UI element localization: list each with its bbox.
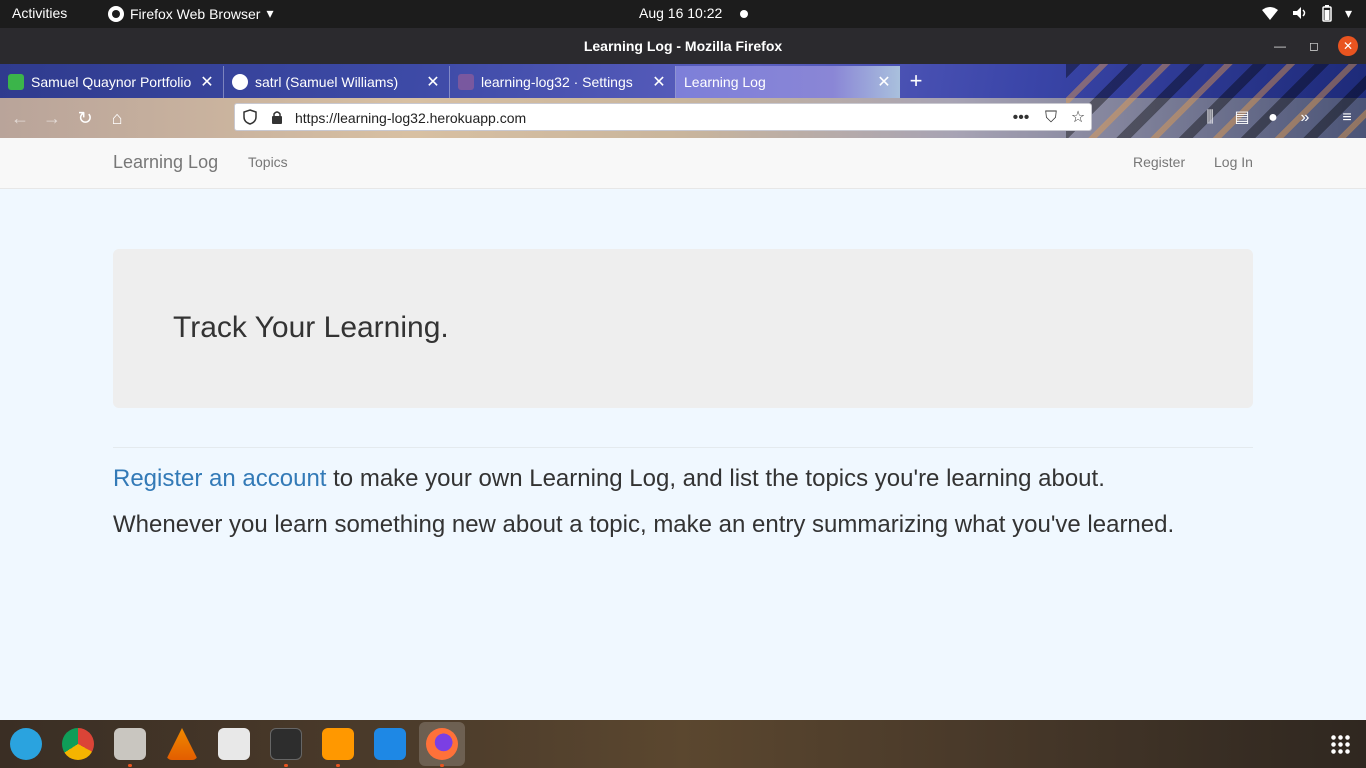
tab-heroku[interactable]: learning-log32 · Settings ✕ <box>450 66 676 98</box>
tab-github[interactable]: satrl (Samuel Williams) ✕ <box>224 66 450 98</box>
tab-label: satrl (Samuel Williams) <box>255 74 399 90</box>
tab-learning-log[interactable]: Learning Log ✕ <box>676 66 900 98</box>
close-window-button[interactable]: ✕ <box>1338 36 1358 56</box>
close-tab-icon[interactable]: ✕ <box>197 72 217 92</box>
maximize-button[interactable]: ◻ <box>1305 37 1323 55</box>
shield-icon[interactable] <box>243 109 257 125</box>
pocket-icon[interactable]: ⛉ <box>1041 108 1061 128</box>
activities-button[interactable]: Activities <box>12 5 67 21</box>
page-actions-icon[interactable]: ••• <box>1011 108 1031 128</box>
running-indicator <box>336 764 340 767</box>
telegram-icon[interactable] <box>10 728 42 760</box>
jumbotron-heading: Track Your Learning. <box>173 311 449 344</box>
nav-register-link[interactable]: Register <box>1133 154 1185 170</box>
app-menu[interactable]: Firefox Web Browser ▾ <box>108 5 273 22</box>
nav-login-link[interactable]: Log In <box>1214 154 1253 170</box>
vscode-icon[interactable] <box>374 728 406 760</box>
running-indicator <box>128 764 132 767</box>
reader-view-icon[interactable]: ▤ <box>1231 107 1253 129</box>
system-tray[interactable]: ▾ <box>1261 4 1352 22</box>
webflow-favicon-icon <box>8 74 24 90</box>
github-favicon-icon <box>232 74 248 90</box>
browser-chrome: Samuel Quaynor Portfolio ✕ satrl (Samuel… <box>0 64 1366 138</box>
url-text[interactable]: https://learning-log32.herokuapp.com <box>295 110 526 126</box>
tab-label: learning-log32 · Settings <box>481 74 633 90</box>
intro-text: to make your own Learning Log, and list … <box>326 465 1105 492</box>
hamburger-menu-icon[interactable]: ≡ <box>1336 107 1358 129</box>
url-bar[interactable]: https://learning-log32.herokuapp.com •••… <box>234 103 1092 131</box>
back-button[interactable]: ← <box>8 106 32 130</box>
lock-icon[interactable] <box>271 110 283 124</box>
nav-topics-link[interactable]: Topics <box>248 154 288 170</box>
account-icon[interactable]: ● <box>1262 107 1284 129</box>
firefox-icon[interactable] <box>426 728 458 760</box>
register-account-link[interactable]: Register an account <box>113 465 326 492</box>
text-editor-icon[interactable] <box>218 728 250 760</box>
minimize-button[interactable]: — <box>1271 37 1289 55</box>
notification-dot <box>740 10 748 18</box>
tab-label: Samuel Quaynor Portfolio <box>31 74 192 90</box>
app-menu-label: Firefox Web Browser <box>130 5 261 22</box>
tab-portfolio[interactable]: Samuel Quaynor Portfolio ✕ <box>0 66 224 98</box>
chevron-down-icon: ▾ <box>266 5 274 21</box>
site-navbar: Learning Log Topics Register Log In <box>0 138 1366 189</box>
tab-label: Learning Log <box>684 74 766 90</box>
bookmark-star-icon[interactable]: ☆ <box>1068 108 1088 128</box>
system-top-bar: Activities Firefox Web Browser ▾ Aug 16 … <box>0 0 1366 28</box>
forward-button[interactable]: → <box>40 106 64 130</box>
app-grid-icon[interactable] <box>1330 734 1350 754</box>
library-icon[interactable]: ⫼ <box>1199 107 1221 129</box>
intro-paragraph: Register an account to make your own Lea… <box>113 465 1105 493</box>
reload-button[interactable]: ↻ <box>73 106 97 130</box>
chevron-down-icon: ▾ <box>1344 4 1352 21</box>
navigation-toolbar: ← → ↻ ⌂ https://learning-log32.herokuapp… <box>0 98 1366 138</box>
site-brand-link[interactable]: Learning Log <box>113 152 218 173</box>
window-title: Learning Log - Mozilla Firefox <box>583 38 783 54</box>
entry-paragraph: Whenever you learn something new about a… <box>113 511 1175 538</box>
chrome-icon[interactable] <box>62 728 94 760</box>
volume-icon <box>1292 7 1306 19</box>
sublime-text-icon[interactable] <box>322 728 354 760</box>
vlc-icon[interactable] <box>166 728 198 760</box>
wifi-icon <box>1261 7 1278 20</box>
dock <box>0 720 1366 768</box>
battery-icon <box>1322 5 1332 22</box>
close-tab-icon[interactable]: ✕ <box>649 72 669 92</box>
close-tab-icon[interactable]: ✕ <box>423 72 443 92</box>
running-indicator <box>284 764 288 767</box>
window-titlebar: Learning Log - Mozilla Firefox — ◻ ✕ <box>0 28 1366 64</box>
running-indicator <box>440 764 444 767</box>
terminal-icon[interactable] <box>270 728 302 760</box>
page-content: Learning Log Topics Register Log In Trac… <box>0 138 1366 720</box>
heroku-favicon-icon <box>458 74 474 90</box>
firefox-icon <box>108 5 124 22</box>
clock[interactable]: Aug 16 10:22 <box>639 5 722 21</box>
overflow-chevron-icon[interactable]: » <box>1294 107 1316 129</box>
new-tab-button[interactable]: + <box>903 68 929 94</box>
home-button[interactable]: ⌂ <box>105 106 129 130</box>
divider <box>113 447 1253 448</box>
jumbotron: Track Your Learning. <box>113 249 1253 408</box>
close-tab-icon[interactable]: ✕ <box>874 72 894 92</box>
files-icon[interactable] <box>114 728 146 760</box>
